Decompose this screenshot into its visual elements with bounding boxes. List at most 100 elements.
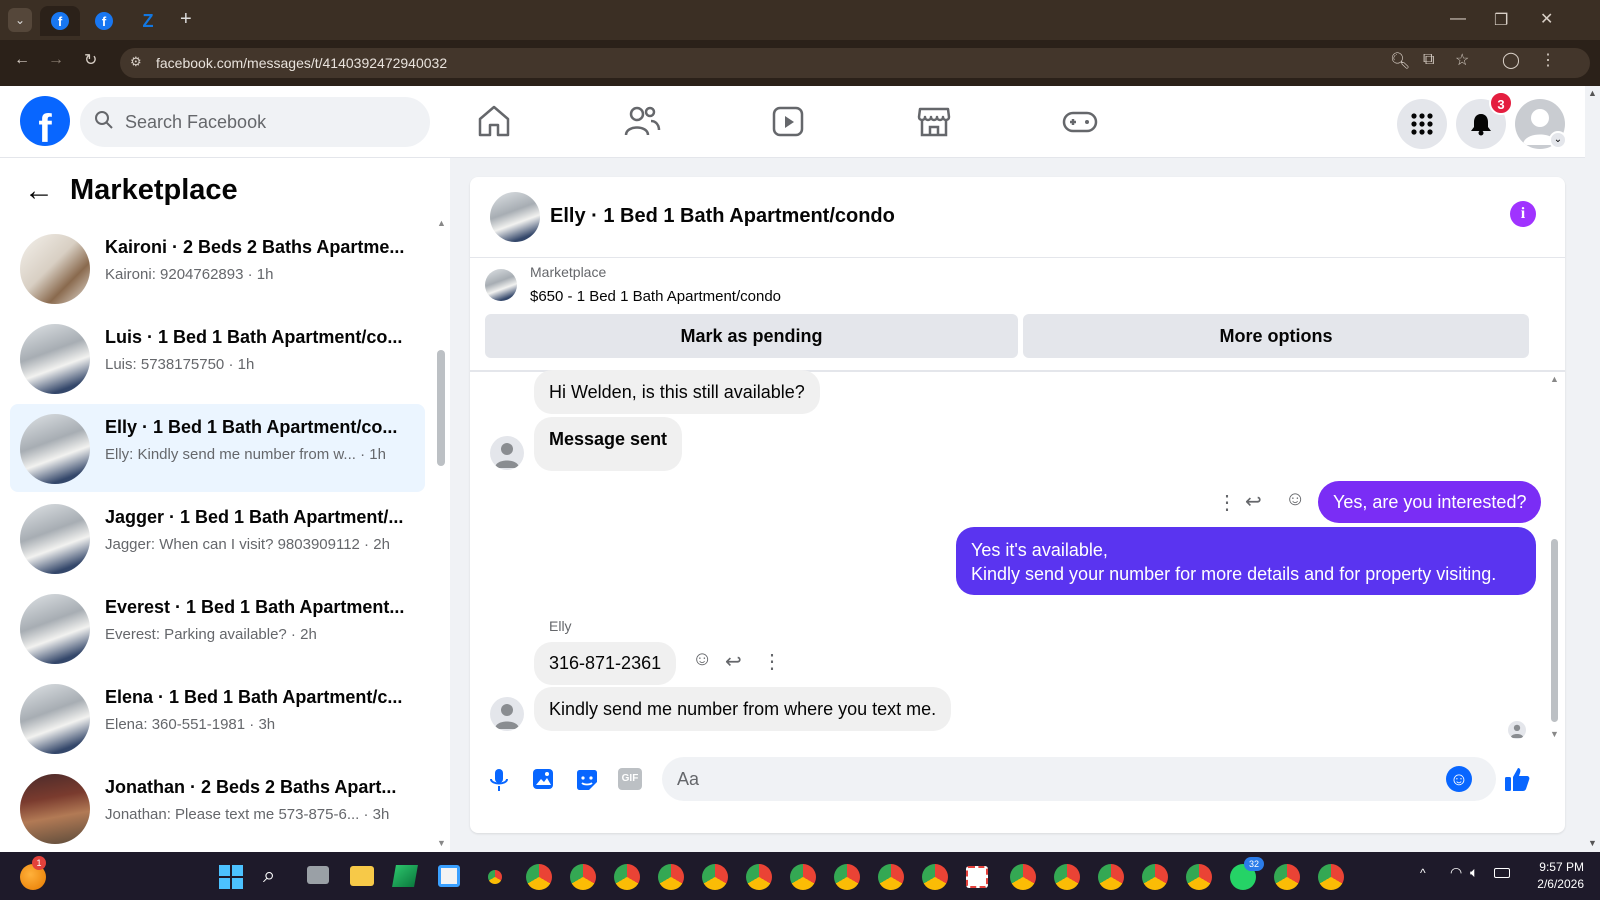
tab-facebook-active[interactable]: f <box>40 6 80 36</box>
sidebar-scroll-up-icon[interactable]: ▲ <box>437 218 446 228</box>
tab-zillow[interactable]: Z <box>128 6 168 36</box>
incoming-message[interactable]: Kindly send me number from where you tex… <box>534 687 952 731</box>
thumbs-up-icon[interactable] <box>1503 765 1531 793</box>
tray-overflow-icon[interactable]: ^ <box>1420 866 1426 880</box>
chrome-icon[interactable] <box>1098 864 1124 890</box>
chrome-icon[interactable] <box>1318 864 1344 890</box>
mark-pending-button[interactable]: Mark as pending <box>485 314 1018 358</box>
chrome-icon[interactable] <box>878 864 904 890</box>
zoom-icon[interactable]: 🔍︎ <box>1390 51 1410 71</box>
conversation-item[interactable]: Jonathan · 2 Beds 2 Baths Apart... Jonat… <box>10 764 425 852</box>
excel-like-app-icon[interactable] <box>392 865 418 887</box>
conversation-item[interactable]: Elena · 1 Bed 1 Bath Apartment/c... Elen… <box>10 674 425 762</box>
emoji-icon[interactable]: ☺ <box>1446 766 1472 792</box>
chrome-icon[interactable] <box>1186 864 1212 890</box>
message-input[interactable]: Aa <box>662 757 1496 801</box>
messages-scroll-up-icon[interactable]: ▲ <box>1550 374 1559 384</box>
profile-icon[interactable]: ◯ <box>1502 50 1520 70</box>
chrome-icon[interactable] <box>1274 864 1300 890</box>
bookmark-star-icon[interactable]: ☆ <box>1455 50 1469 70</box>
page-scroll-up-icon[interactable]: ▲ <box>1588 88 1597 98</box>
video-icon[interactable] <box>768 103 808 139</box>
chrome-icon[interactable] <box>1010 864 1036 890</box>
more-options-button[interactable]: More options <box>1023 314 1529 358</box>
restore-icon[interactable]: ❐ <box>1494 10 1508 30</box>
menu-icon[interactable]: ⋮ <box>1540 50 1556 70</box>
chrome-icon[interactable] <box>746 864 772 890</box>
sidebar-scroll-down-icon[interactable]: ▼ <box>437 838 446 848</box>
more-actions-icon[interactable]: ⋮ <box>762 649 782 674</box>
apps-menu-button[interactable] <box>1397 99 1447 149</box>
account-dropdown-icon[interactable]: ⌄ <box>1549 131 1567 149</box>
site-info-icon[interactable]: ⚙ <box>130 54 142 70</box>
volume-icon[interactable]: 🔈︎ <box>1470 864 1478 881</box>
reply-icon[interactable]: ↩ <box>1245 489 1262 514</box>
file-explorer-icon[interactable] <box>350 866 374 886</box>
search-input[interactable]: Search Facebook <box>80 97 430 147</box>
minimize-icon[interactable]: — <box>1450 10 1466 28</box>
outgoing-message[interactable]: Yes it's available, Kindly send your num… <box>956 527 1536 595</box>
conversation-item[interactable]: Kaironi · 2 Beds 2 Baths Apartme... Kair… <box>10 224 425 312</box>
friends-icon[interactable] <box>622 103 662 139</box>
facebook-logo-icon[interactable]: f <box>20 96 70 146</box>
forward-icon[interactable]: → <box>48 51 64 69</box>
chrome-icon[interactable] <box>614 864 640 890</box>
clock-time[interactable]: 9:57 PM <box>1528 860 1584 874</box>
listing-title[interactable]: $650 - 1 Bed 1 Bath Apartment/condo <box>530 288 781 305</box>
conversation-item[interactable]: Luis · 1 Bed 1 Bath Apartment/co... Luis… <box>10 314 425 402</box>
chrome-icon[interactable] <box>922 864 948 890</box>
sidebar-scrollbar[interactable] <box>437 220 445 848</box>
page-scroll-down-icon[interactable]: ▼ <box>1588 838 1597 848</box>
outgoing-message[interactable]: Yes, are you interested? <box>1318 481 1542 523</box>
listing-thumbnail <box>20 774 90 844</box>
gaming-icon[interactable] <box>1060 103 1100 139</box>
conversation-item[interactable]: Jagger · 1 Bed 1 Bath Apartment/... Jagg… <box>10 494 425 582</box>
info-icon[interactable]: i <box>1510 201 1536 227</box>
reload-icon[interactable]: ↻ <box>84 50 97 70</box>
address-bar[interactable]: facebook.com/messages/t/4140392472940032 <box>120 48 1590 78</box>
microphone-icon[interactable] <box>488 767 510 793</box>
incoming-message[interactable]: Hi Welden, is this still available? <box>534 370 820 414</box>
new-tab-button[interactable]: + <box>180 8 192 31</box>
messages-scroll-down-icon[interactable]: ▼ <box>1550 729 1559 739</box>
task-view-icon[interactable] <box>307 866 329 884</box>
sticker-icon[interactable] <box>575 768 599 792</box>
clock-date[interactable]: 2/6/2026 <box>1528 877 1584 891</box>
gif-icon[interactable]: GIF <box>618 768 642 790</box>
chrome-icon[interactable] <box>482 864 508 890</box>
chrome-icon[interactable] <box>1054 864 1080 890</box>
store-icon[interactable] <box>438 865 460 887</box>
marketplace-icon[interactable] <box>914 103 954 139</box>
incoming-message[interactable]: Message sent <box>534 417 683 471</box>
chrome-icon[interactable] <box>526 864 552 890</box>
windows-start-icon[interactable] <box>219 865 243 889</box>
react-emoji-icon[interactable]: ☺ <box>692 648 712 671</box>
messages-scroll-thumb[interactable] <box>1551 539 1558 722</box>
close-window-icon[interactable]: ✕ <box>1540 9 1553 29</box>
tab-list-icon[interactable]: ⌄ <box>8 8 32 32</box>
chrome-icon[interactable] <box>702 864 728 890</box>
back-icon[interactable]: ← <box>14 51 30 69</box>
wifi-icon[interactable]: ◠ <box>1450 864 1462 881</box>
cast-icon[interactable]: ⧉ <box>1423 51 1434 69</box>
page-scrollbar[interactable] <box>1585 86 1600 852</box>
reply-icon[interactable]: ↩ <box>725 649 742 674</box>
chrome-icon[interactable] <box>658 864 684 890</box>
battery-icon[interactable] <box>1494 868 1510 878</box>
photo-icon[interactable] <box>532 768 554 790</box>
react-emoji-icon[interactable]: ☺ <box>1285 488 1305 511</box>
conversation-item[interactable]: Everest · 1 Bed 1 Bath Apartment... Ever… <box>10 584 425 672</box>
more-actions-icon[interactable]: ⋮ <box>1217 490 1237 515</box>
chrome-icon[interactable] <box>834 864 860 890</box>
chrome-icon[interactable] <box>570 864 596 890</box>
chrome-icon[interactable] <box>1142 864 1168 890</box>
taskbar-search-icon[interactable]: ⌕ <box>263 862 275 888</box>
back-arrow-icon[interactable]: ← <box>24 174 54 208</box>
home-icon[interactable] <box>474 103 514 139</box>
incoming-message[interactable]: 316-871-2361 <box>534 642 677 685</box>
conversation-item-active[interactable]: Elly · 1 Bed 1 Bath Apartment/co... Elly… <box>10 404 425 492</box>
sidebar-scroll-thumb[interactable] <box>437 350 445 466</box>
chrome-icon[interactable] <box>790 864 816 890</box>
snipping-tool-icon[interactable] <box>966 866 988 888</box>
tab-facebook[interactable]: f <box>84 6 124 36</box>
